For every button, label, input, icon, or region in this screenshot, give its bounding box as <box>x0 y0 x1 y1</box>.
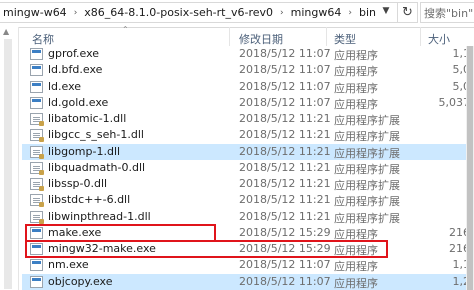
column-type-header[interactable]: 类型 <box>334 31 356 47</box>
file-row[interactable]: libquadmath-0.dll 2018/5/12 11:21 应用程序扩展 <box>22 160 474 176</box>
file-row[interactable]: ld.bfd.exe 2018/5/12 11:07 应用程序 5,0 <box>22 62 474 78</box>
file-type: 应用程序 <box>334 244 378 257</box>
file-date: 2018/5/12 11:21 <box>239 144 331 158</box>
file-date: 2018/5/12 15:29 <box>239 225 331 239</box>
file-type: 应用程序 <box>334 97 378 111</box>
file-date: 2018/5/12 11:07 <box>239 47 331 60</box>
file-name: libwinpthread-1.dll <box>48 209 151 223</box>
breadcrumb-mingw64[interactable]: mingw64 <box>288 6 345 19</box>
file-name: mingw32-make.exe <box>48 242 156 255</box>
file-type: 应用程序扩展 <box>334 162 400 176</box>
breadcrumb[interactable]: mingw-w64 › x86_64-8.1.0-posix-seh-rt_v6… <box>0 2 398 23</box>
file-name: libgomp-1.dll <box>48 144 121 158</box>
dll-file-icon <box>30 161 44 175</box>
file-row[interactable]: ld.exe 2018/5/12 11:07 应用程序 5,0 <box>22 79 474 95</box>
file-date: 2018/5/12 11:07 <box>239 274 331 288</box>
file-name: ld.bfd.exe <box>48 63 103 77</box>
file-date: 2018/5/12 11:21 <box>239 160 331 174</box>
file-row[interactable]: objcopy.exe 2018/5/12 11:07 应用程序 1,2 <box>22 273 474 290</box>
file-name: libatomic-1.dll <box>48 112 127 125</box>
dll-file-icon <box>30 113 44 126</box>
nav-scrollbar[interactable] <box>4 39 12 289</box>
file-row[interactable]: libgomp-1.dll 2018/5/12 11:21 应用程序扩展 <box>22 143 474 160</box>
file-row[interactable]: nm.exe 2018/5/12 11:07 应用程序 1,1 <box>22 257 474 273</box>
column-header: ⌃ 名称 修改日期 类型 大小 <box>22 25 474 47</box>
exe-file-icon <box>30 275 43 288</box>
file-date: 2018/5/12 11:21 <box>239 193 331 207</box>
breadcrumb-x86-64[interactable]: x86_64-8.1.0-posix-seh-rt_v6-rev0 <box>81 6 276 19</box>
navigation-pane: ▲ <box>0 27 19 290</box>
sort-caret-icon: ⌃ <box>122 25 129 34</box>
file-list: gprof.exe 2018/5/12 11:07 应用程序 1,1 ld.bfd.ex… <box>22 46 474 290</box>
address-bar: mingw-w64 › x86_64-8.1.0-posix-seh-rt_v6… <box>0 0 474 28</box>
file-row[interactable]: make.exe 2018/5/12 15:29 应用程序 216 <box>22 225 474 241</box>
file-date: 2018/5/12 11:21 <box>239 177 331 190</box>
breadcrumb-separator-icon[interactable]: › <box>276 8 288 18</box>
column-name-header[interactable]: 名称 <box>32 31 54 47</box>
breadcrumb-mingw-w64[interactable]: mingw-w64 <box>0 6 70 19</box>
file-type: 应用程序扩展 <box>334 211 400 225</box>
file-type: 应用程序 <box>334 49 378 62</box>
vertical-scrollbar[interactable] <box>466 46 474 290</box>
file-row[interactable]: libstdc++-6.dll 2018/5/12 11:21 应用程序扩展 <box>22 192 474 208</box>
file-name: libquadmath-0.dll <box>48 160 146 174</box>
file-date: 2018/5/12 15:29 <box>239 242 331 255</box>
file-date: 2018/5/12 11:21 <box>239 128 331 142</box>
file-name: objcopy.exe <box>48 274 113 288</box>
file-date: 2018/5/12 11:07 <box>239 79 331 93</box>
file-row[interactable]: libwinpthread-1.dll 2018/5/12 11:21 应用程序扩展 <box>22 209 474 225</box>
file-type: 应用程序扩展 <box>334 146 400 160</box>
column-size-header[interactable]: 大小 <box>428 31 450 47</box>
search-input[interactable]: 搜索"bin" <box>420 2 474 23</box>
scroll-up-icon[interactable]: ▲ <box>3 27 9 36</box>
exe-file-icon <box>30 64 43 77</box>
file-date: 2018/5/12 11:07 <box>239 95 331 109</box>
dll-file-icon <box>30 129 44 143</box>
dll-file-icon <box>30 194 44 208</box>
file-date: 2018/5/12 11:21 <box>239 112 331 125</box>
column-date-header[interactable]: 修改日期 <box>239 31 283 47</box>
file-type: 应用程序 <box>334 276 378 290</box>
file-type: 应用程序扩展 <box>334 179 400 192</box>
file-name: libgcc_s_seh-1.dll <box>48 128 144 142</box>
breadcrumb-separator-icon[interactable]: › <box>70 8 82 18</box>
file-type: 应用程序扩展 <box>334 195 400 209</box>
dll-file-icon <box>30 210 44 224</box>
exe-file-icon <box>30 226 43 239</box>
file-name: ld.exe <box>48 79 82 93</box>
exe-file-icon <box>30 96 43 109</box>
scrollbar-thumb[interactable] <box>467 46 473 290</box>
file-row[interactable]: libssp-0.dll 2018/5/12 11:21 应用程序扩展 <box>22 176 474 192</box>
file-row[interactable]: ld.gold.exe 2018/5/12 11:07 应用程序 5,037 <box>22 95 474 111</box>
file-type: 应用程序 <box>334 81 378 95</box>
dll-file-icon <box>30 145 44 159</box>
file-name: libssp-0.dll <box>48 177 108 190</box>
file-date: 2018/5/12 11:07 <box>239 258 331 272</box>
file-row[interactable]: mingw32-make.exe 2018/5/12 15:29 应用程序 216 <box>22 241 474 257</box>
file-name: gprof.exe <box>48 47 100 60</box>
breadcrumb-bin[interactable]: bin <box>356 6 379 19</box>
file-row[interactable]: libatomic-1.dll 2018/5/12 11:21 应用程序扩展 <box>22 111 474 127</box>
exe-file-icon <box>30 48 43 60</box>
breadcrumb-separator-icon[interactable]: › <box>344 8 356 18</box>
exe-file-icon <box>30 243 43 255</box>
dll-file-icon <box>30 178 44 191</box>
file-type: 应用程序扩展 <box>334 114 400 127</box>
file-row[interactable]: libgcc_s_seh-1.dll 2018/5/12 11:21 应用程序扩展 <box>22 127 474 143</box>
exe-file-icon <box>30 80 43 93</box>
file-date: 2018/5/12 11:21 <box>239 209 331 223</box>
file-name: libstdc++-6.dll <box>48 193 131 207</box>
file-date: 2018/5/12 11:07 <box>239 63 331 77</box>
file-name: nm.exe <box>48 258 89 272</box>
file-type: 应用程序 <box>334 65 378 79</box>
file-type: 应用程序扩展 <box>334 130 400 144</box>
file-row[interactable]: gprof.exe 2018/5/12 11:07 应用程序 1,1 <box>22 46 474 62</box>
file-name: ld.gold.exe <box>48 95 109 109</box>
chevron-down-icon[interactable]: ▼ <box>378 4 394 18</box>
file-name: make.exe <box>48 225 102 239</box>
file-type: 应用程序 <box>334 227 378 241</box>
exe-file-icon <box>30 259 43 272</box>
file-type: 应用程序 <box>334 260 378 274</box>
refresh-icon[interactable]: ↻ <box>398 2 418 23</box>
